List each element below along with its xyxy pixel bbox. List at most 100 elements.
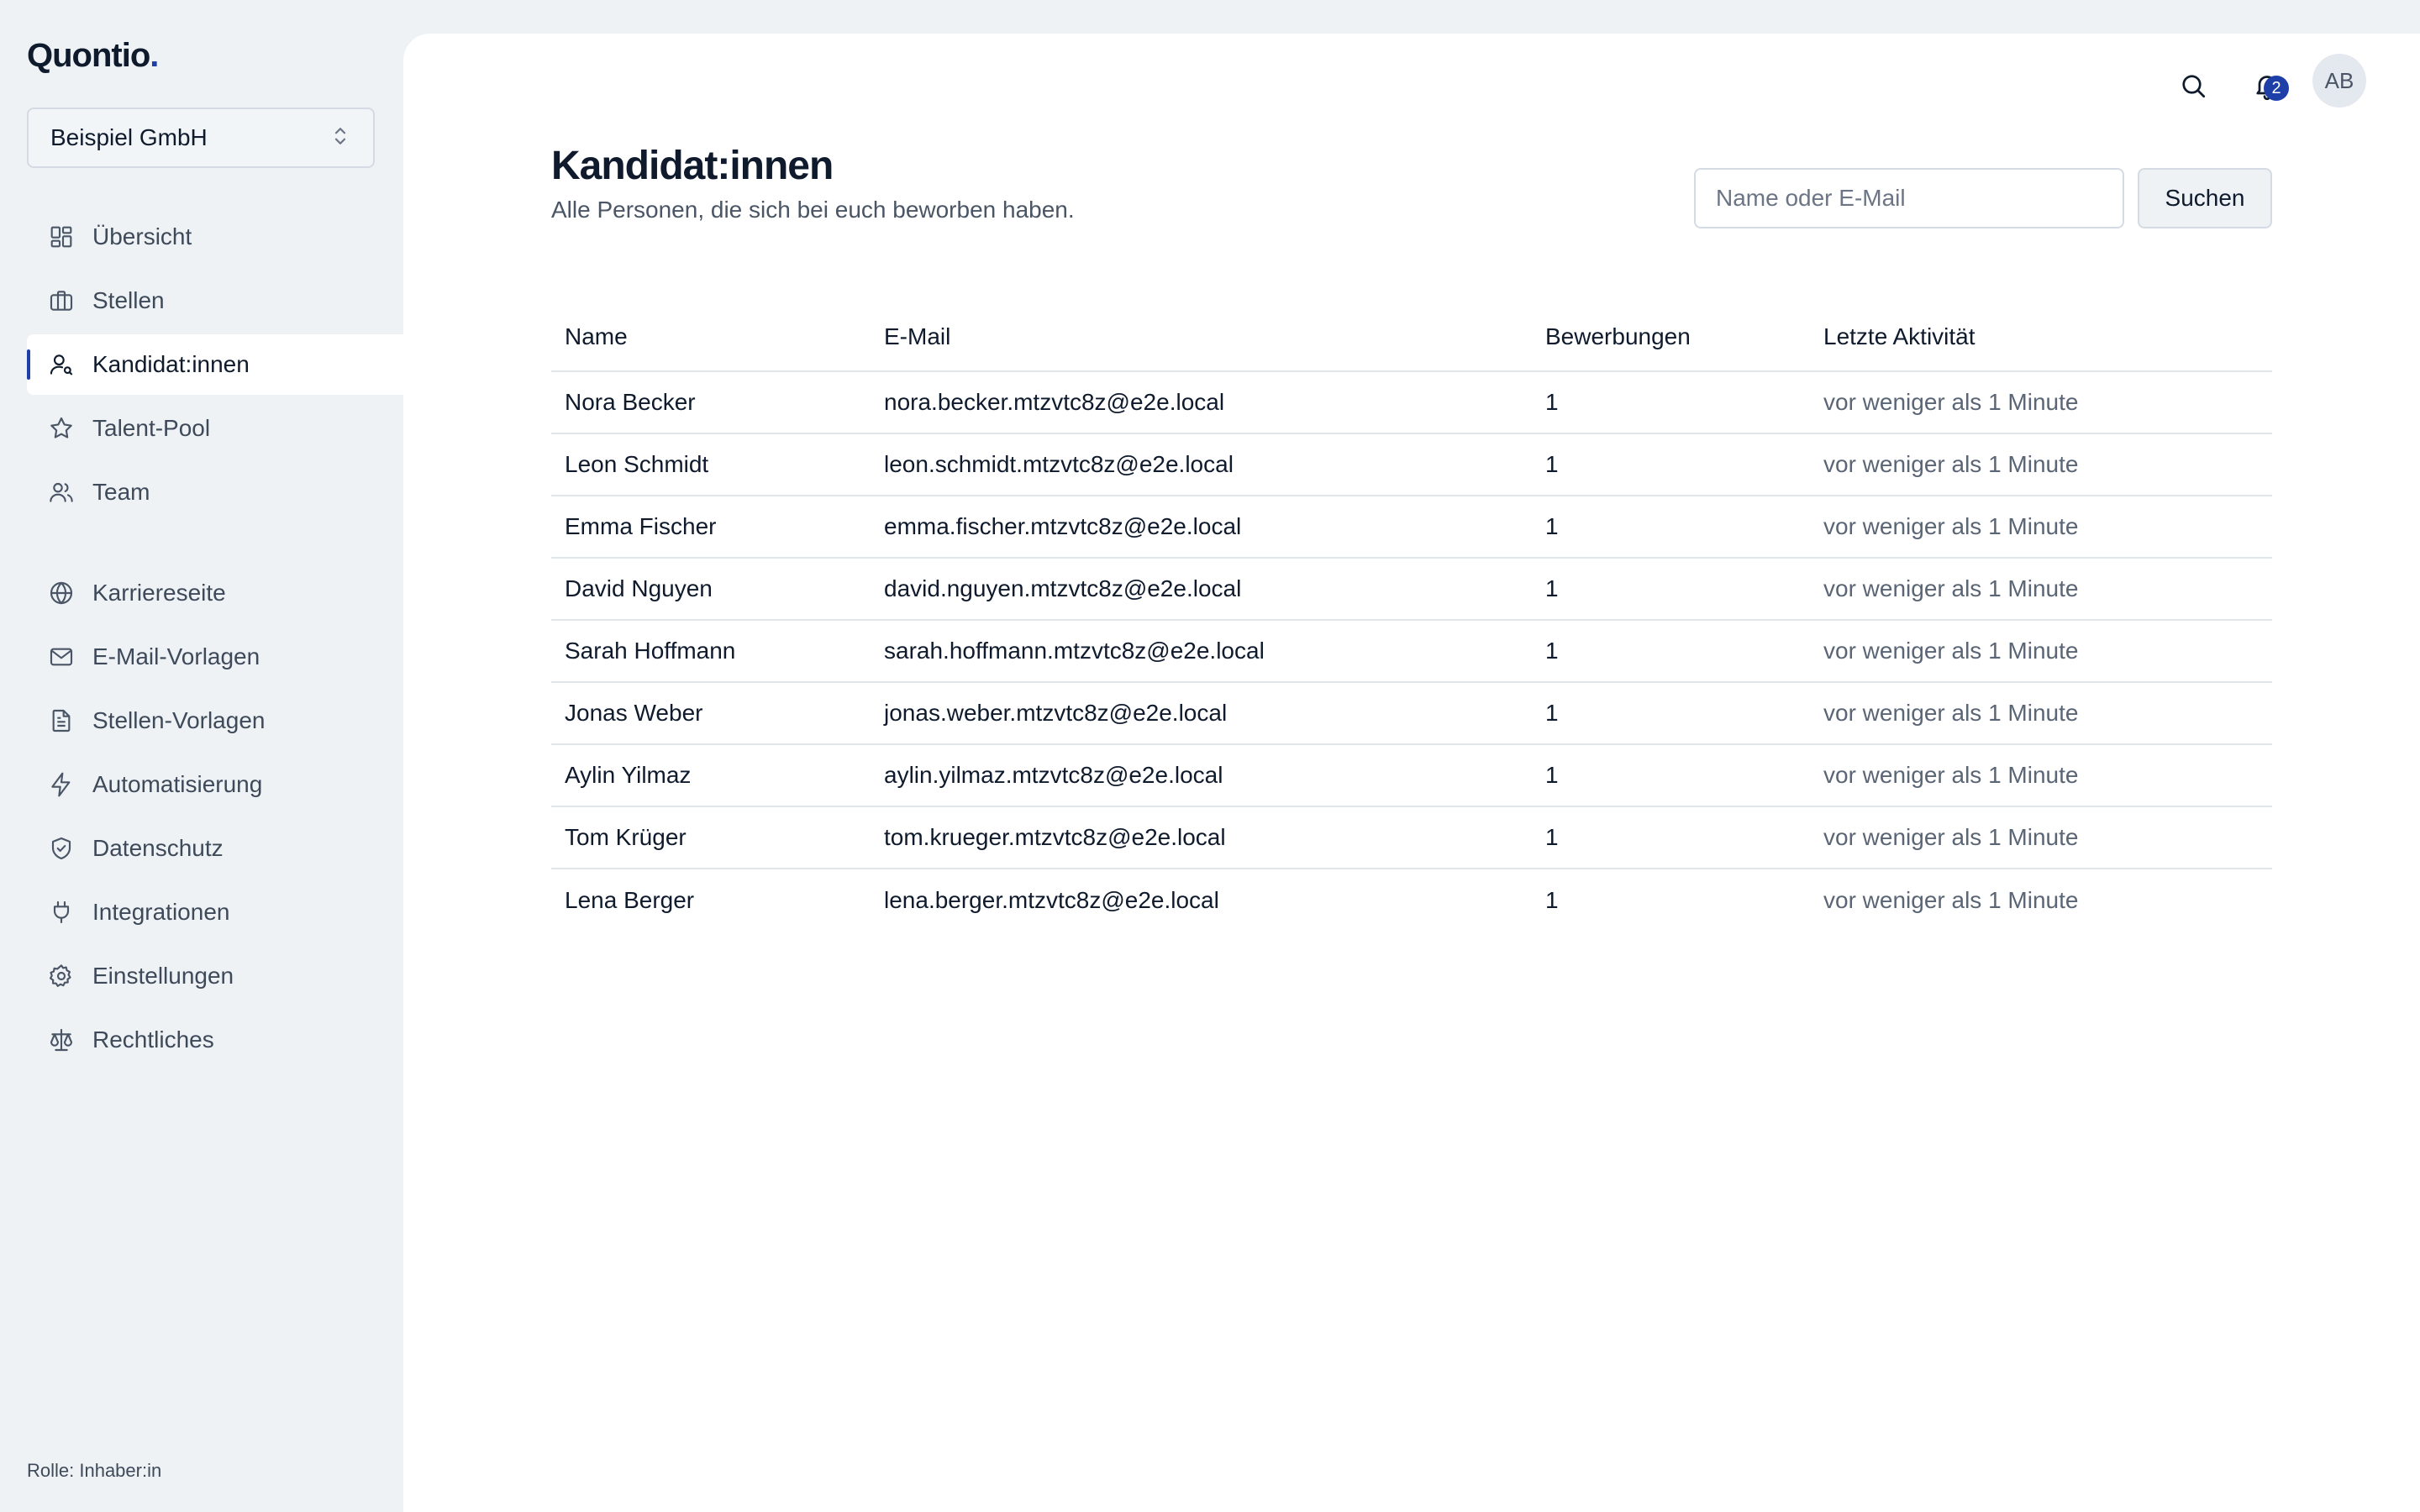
candidate-name[interactable]: Aylin Yilmaz — [551, 744, 871, 807]
star-icon — [47, 414, 76, 443]
sidebar-item-label: Datenschutz — [92, 835, 224, 861]
sidebar: Quontio. Beispiel GmbH Übersicht Stellen… — [0, 0, 403, 1512]
candidate-email: david.nguyen.mtzvtc8z@e2e.local — [871, 558, 1532, 621]
mail-icon — [47, 643, 76, 671]
candidate-applications: 1 — [1532, 371, 1810, 434]
sidebar-item-datenschutz[interactable]: Datenschutz — [27, 818, 403, 879]
candidate-name[interactable]: Sarah Hoffmann — [551, 620, 871, 683]
table-row[interactable]: David Nguyen david.nguyen.mtzvtc8z@e2e.l… — [551, 558, 2272, 621]
logo-text: Quontio — [27, 37, 150, 74]
candidate-last-activity: vor weniger als 1 Minute — [1810, 558, 2272, 621]
sidebar-item-kandidatinnen[interactable]: Kandidat:innen — [27, 334, 403, 395]
candidate-last-activity: vor weniger als 1 Minute — [1810, 620, 2272, 683]
globe-icon — [47, 579, 76, 607]
candidate-applications: 1 — [1532, 496, 1810, 559]
candidate-last-activity: vor weniger als 1 Minute — [1810, 682, 2272, 745]
bolt-icon — [47, 770, 76, 799]
column-header-email[interactable]: E-Mail — [871, 302, 1532, 372]
table-header-row: Name E-Mail Bewerbungen Letzte Aktivität — [551, 302, 2272, 372]
sidebar-item-label: Automatisierung — [92, 771, 263, 797]
table-row[interactable]: Aylin Yilmaz aylin.yilmaz.mtzvtc8z@e2e.l… — [551, 744, 2272, 807]
sidebar-item-stellen-vorlagen[interactable]: Stellen-Vorlagen — [27, 690, 403, 751]
sidebar-item-label: Integrationen — [92, 899, 230, 925]
column-header-last-activity[interactable]: Letzte Aktivität — [1810, 302, 2272, 372]
column-header-applications[interactable]: Bewerbungen — [1532, 302, 1810, 372]
nav-divider — [27, 526, 403, 563]
shield-check-icon — [47, 834, 76, 863]
sidebar-item-label: Team — [92, 479, 150, 505]
sidebar-item-integrationen[interactable]: Integrationen — [27, 882, 403, 942]
candidate-applications: 1 — [1532, 620, 1810, 683]
candidate-last-activity: vor weniger als 1 Minute — [1810, 806, 2272, 869]
avatar[interactable]: AB — [2312, 54, 2366, 108]
candidate-name[interactable]: Nora Becker — [551, 371, 871, 434]
sidebar-item-label: Übersicht — [92, 223, 192, 249]
candidate-applications: 1 — [1532, 744, 1810, 807]
candidate-email: nora.becker.mtzvtc8z@e2e.local — [871, 371, 1532, 434]
table-row[interactable]: Sarah Hoffmann sarah.hoffmann.mtzvtc8z@e… — [551, 620, 2272, 683]
sidebar-item-automatisierung[interactable]: Automatisierung — [27, 754, 403, 815]
candidate-applications: 1 — [1545, 886, 1559, 913]
table-row[interactable]: Nora Becker nora.becker.mtzvtc8z@e2e.loc… — [551, 371, 2272, 434]
candidate-last-activity: vor weniger als 1 Minute — [1810, 496, 2272, 559]
candidate-name[interactable]: Tom Krüger — [551, 806, 871, 869]
sidebar-item-einstellungen[interactable]: Einstellungen — [27, 946, 403, 1006]
sidebar-item-team[interactable]: Team — [27, 462, 403, 522]
sidebar-item-label: Einstellungen — [92, 963, 234, 989]
candidate-email: lena.berger.mtzvtc8z@e2e.local — [884, 886, 1219, 913]
chevron-up-down-icon — [328, 123, 353, 153]
logo[interactable]: Quontio. — [27, 37, 159, 75]
candidate-email: leon.schmidt.mtzvtc8z@e2e.local — [871, 433, 1532, 496]
workspace-switcher[interactable]: Beispiel GmbH — [27, 108, 375, 168]
candidate-email: emma.fischer.mtzvtc8z@e2e.local — [871, 496, 1532, 559]
candidate-applications: 1 — [1532, 558, 1810, 621]
candidate-email: sarah.hoffmann.mtzvtc8z@e2e.local — [871, 620, 1532, 683]
candidate-last-activity: vor weniger als 1 Minute — [1810, 744, 2272, 807]
sidebar-item-label: Karriereseite — [92, 580, 226, 606]
candidate-email: jonas.weber.mtzvtc8z@e2e.local — [871, 682, 1532, 745]
sidebar-item-label: E-Mail-Vorlagen — [92, 643, 260, 669]
sidebar-nav: Übersicht Stellen Kandidat:innen Talent-… — [27, 207, 403, 1074]
sidebar-item-karriereseite[interactable]: Karriereseite — [27, 563, 403, 623]
table-row[interactable]: Leon Schmidt leon.schmidt.mtzvtc8z@e2e.l… — [551, 433, 2272, 496]
candidate-name[interactable]: Leon Schmidt — [551, 433, 871, 496]
sidebar-item-email-vorlagen[interactable]: E-Mail-Vorlagen — [27, 627, 403, 687]
scale-icon — [47, 1026, 76, 1054]
table-row[interactable]: Lena Berger lena.berger.mtzvtc8z@e2e.loc… — [551, 869, 2272, 931]
candidate-last-activity: vor weniger als 1 Minute — [1810, 371, 2272, 434]
candidate-applications: 1 — [1532, 682, 1810, 745]
candidate-email: aylin.yilmaz.mtzvtc8z@e2e.local — [871, 744, 1532, 807]
candidate-applications: 1 — [1532, 433, 1810, 496]
sidebar-item-label: Talent-Pool — [92, 415, 211, 441]
candidate-name[interactable]: Lena Berger — [551, 869, 871, 931]
sidebar-item-talent-pool[interactable]: Talent-Pool — [27, 398, 403, 459]
candidate-name[interactable]: David Nguyen — [551, 558, 871, 621]
candidate-name[interactable]: Emma Fischer — [551, 496, 871, 559]
sidebar-item-label: Kandidat:innen — [92, 351, 250, 377]
sidebar-item-label: Rechtliches — [92, 1026, 214, 1053]
users-icon — [47, 478, 76, 507]
search-submit-button[interactable]: Suchen — [2138, 168, 2272, 228]
search-button[interactable] — [2168, 62, 2218, 113]
table-row[interactable]: Tom Krüger tom.krueger.mtzvtc8z@e2e.loca… — [551, 806, 2272, 869]
sidebar-item-label: Stellen-Vorlagen — [92, 707, 266, 733]
sidebar-item-stellen[interactable]: Stellen — [27, 270, 403, 331]
notifications-button[interactable]: 2 — [2242, 62, 2292, 113]
search-input[interactable] — [1694, 168, 2124, 228]
table-row[interactable]: Emma Fischer emma.fischer.mtzvtc8z@e2e.l… — [551, 496, 2272, 559]
table-row[interactable]: Jonas Weber jonas.weber.mtzvtc8z@e2e.loc… — [551, 682, 2272, 745]
candidate-applications: 1 — [1532, 806, 1810, 869]
candidate-email: tom.krueger.mtzvtc8z@e2e.local — [871, 806, 1532, 869]
document-icon — [47, 706, 76, 735]
page-subtitle: Alle Personen, die sich bei euch beworbe… — [551, 197, 1075, 223]
column-header-name[interactable]: Name — [551, 302, 871, 372]
candidate-name[interactable]: Jonas Weber — [551, 682, 871, 745]
candidates-table: Name E-Mail Bewerbungen Letzte Aktivität… — [551, 302, 2272, 931]
gear-icon — [47, 962, 76, 990]
search-icon — [2178, 71, 2208, 105]
sidebar-item-uebersicht[interactable]: Übersicht — [27, 207, 403, 267]
dashboard-icon — [47, 223, 76, 251]
sidebar-item-rechtliches[interactable]: Rechtliches — [27, 1010, 403, 1070]
candidate-last-activity: vor weniger als 1 Minute — [1810, 433, 2272, 496]
plug-icon — [47, 898, 76, 927]
